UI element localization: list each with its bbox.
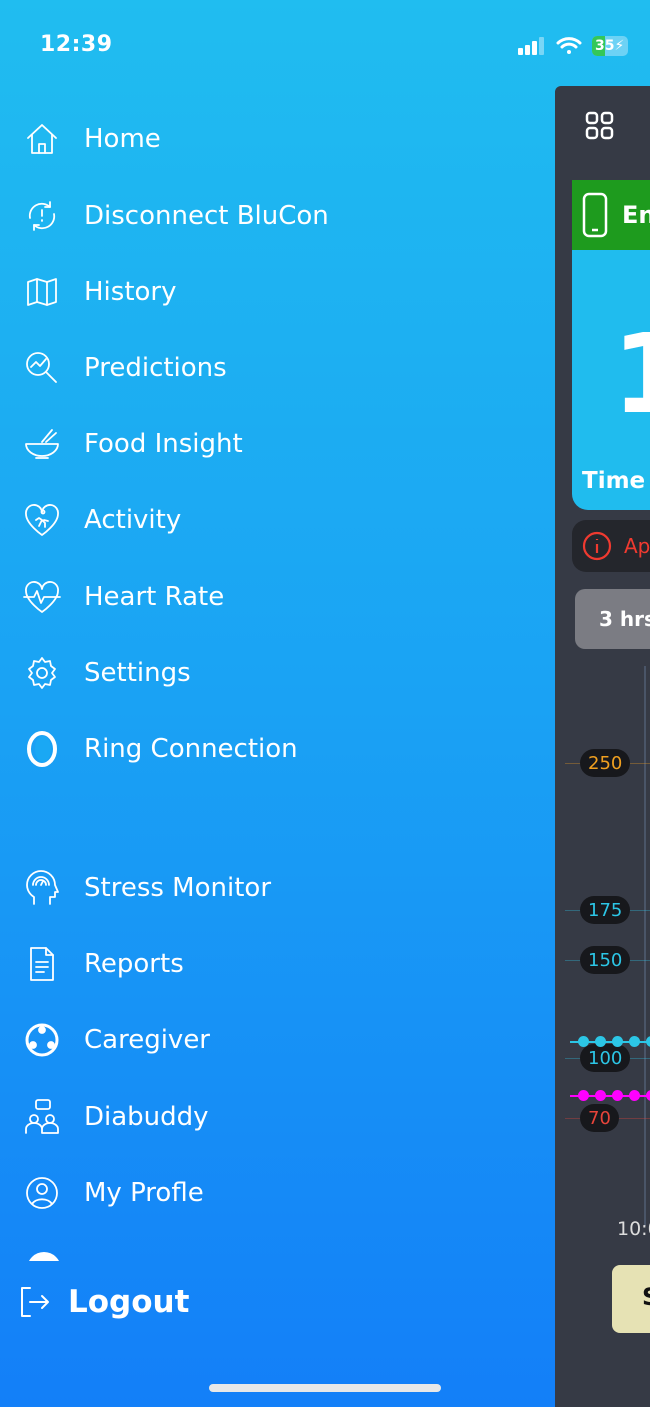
y-tick-label: 70 (580, 1104, 619, 1132)
y-tick-label: 175 (580, 896, 631, 924)
menu-item-label: Stress Monitor (84, 873, 272, 903)
menu-item-label: Diabuddy (84, 1102, 209, 1132)
menu-item-heart-rate[interactable]: Heart Rate (22, 575, 224, 619)
menu-item-label: Heart Rate (84, 582, 225, 612)
data-point (646, 1036, 650, 1047)
home-icon (27, 124, 57, 154)
main-panel: En 1 Time i Ap 3 hrs 250 175 150 100 70 10:0… (555, 86, 650, 1407)
data-point (595, 1036, 606, 1047)
menu-item-caregiver[interactable]: Caregiver (22, 1018, 210, 1062)
status-time: 12:39 (40, 32, 113, 57)
menu-item-label: Food Insight (84, 429, 243, 459)
disconnect-icon (28, 201, 56, 231)
home-indicator (209, 1384, 441, 1392)
menu-item-food-insight[interactable]: Food Insight (22, 422, 243, 466)
alert-text: Ap (624, 534, 650, 558)
user-circle-icon (26, 1177, 58, 1209)
data-point (578, 1036, 589, 1047)
menu-item-reports[interactable]: Reports (22, 942, 184, 986)
y-tick-label: 250 (580, 749, 631, 777)
menu-item-label: Settings (84, 658, 191, 688)
data-point (612, 1036, 623, 1047)
menu-item-stress-monitor[interactable]: Stress Monitor (22, 866, 271, 910)
alert-banner[interactable]: Ap (572, 520, 650, 572)
menu-item-history[interactable]: History (22, 270, 177, 314)
menu-item-label: Caregiver (84, 1025, 211, 1055)
wifi-icon (556, 37, 582, 54)
people-chat-icon (25, 1099, 59, 1134)
menu-item-ring-connection[interactable]: Ring Connection (22, 727, 298, 771)
range-3hrs-button[interactable]: 3 hrs (575, 589, 650, 649)
battery-icon: 35 ⚡ (592, 36, 628, 56)
time-in-range-label: Time i (582, 468, 650, 494)
menu-item-label: Predictions (84, 353, 227, 383)
head-gauge-icon (26, 870, 59, 905)
chart-magnifier-icon (26, 352, 57, 383)
menu-item-label: Activity (84, 505, 182, 535)
data-point (578, 1090, 589, 1101)
document-icon (30, 947, 54, 981)
series-line (570, 1036, 650, 1047)
heart-running-icon (25, 504, 59, 536)
ring-icon (27, 731, 57, 767)
menu-item-label: Reports (84, 949, 184, 979)
glucose-card: 1 Time i (572, 250, 650, 510)
menu-item-activity[interactable]: Activity (22, 498, 181, 542)
menu-item-my-profle[interactable]: My Profle (22, 1171, 204, 1215)
data-point (595, 1090, 606, 1101)
battery-level: 35 (595, 38, 615, 54)
series-line (570, 1090, 650, 1101)
bottom-button[interactable]: S (612, 1265, 650, 1333)
status-banner-text: En (622, 201, 650, 229)
logout-button[interactable]: Logout (18, 1284, 189, 1320)
glucose-value: 1 (612, 310, 650, 438)
menu-item-home[interactable]: Home (22, 117, 161, 161)
chart-vertical-line (644, 666, 646, 1226)
data-point (612, 1090, 623, 1101)
menu-item-label: My Profle (84, 1178, 204, 1208)
menu-item-label: History (84, 277, 177, 307)
menu-item-settings[interactable]: Settings (22, 651, 191, 695)
bowl-icon (25, 429, 59, 459)
menu-item-partial[interactable] (0, 1247, 555, 1261)
status-icons: 35 ⚡ (518, 36, 628, 56)
logout-icon (21, 1287, 49, 1317)
menu-item-disconnect-blucon[interactable]: Disconnect BluCon (22, 194, 329, 238)
data-point (629, 1090, 640, 1101)
data-point (646, 1090, 650, 1101)
menu-item-diabuddy[interactable]: Diabuddy (22, 1095, 209, 1139)
grid-icon[interactable] (585, 111, 615, 141)
book-icon (27, 278, 57, 306)
menu-item-label: Home (84, 124, 161, 154)
x-tick-label: 10:0 (617, 1218, 650, 1240)
logout-label: Logout (68, 1284, 190, 1320)
phone-icon (582, 192, 608, 238)
menu-item-label: Ring Connection (84, 734, 298, 764)
menu-item-predictions[interactable]: Predictions (22, 346, 227, 390)
y-tick-label: 100 (580, 1044, 631, 1072)
signal-icon (518, 37, 544, 55)
status-banner: En (572, 180, 650, 250)
gear-icon (28, 657, 56, 689)
info-icon (582, 531, 612, 561)
heart-pulse-icon (23, 581, 61, 613)
menu-item-label: Disconnect BluCon (84, 201, 329, 231)
caregiver-icon (25, 1023, 59, 1057)
y-tick-label: 150 (580, 946, 631, 974)
partial-icon (29, 1252, 59, 1261)
data-point (629, 1036, 640, 1047)
